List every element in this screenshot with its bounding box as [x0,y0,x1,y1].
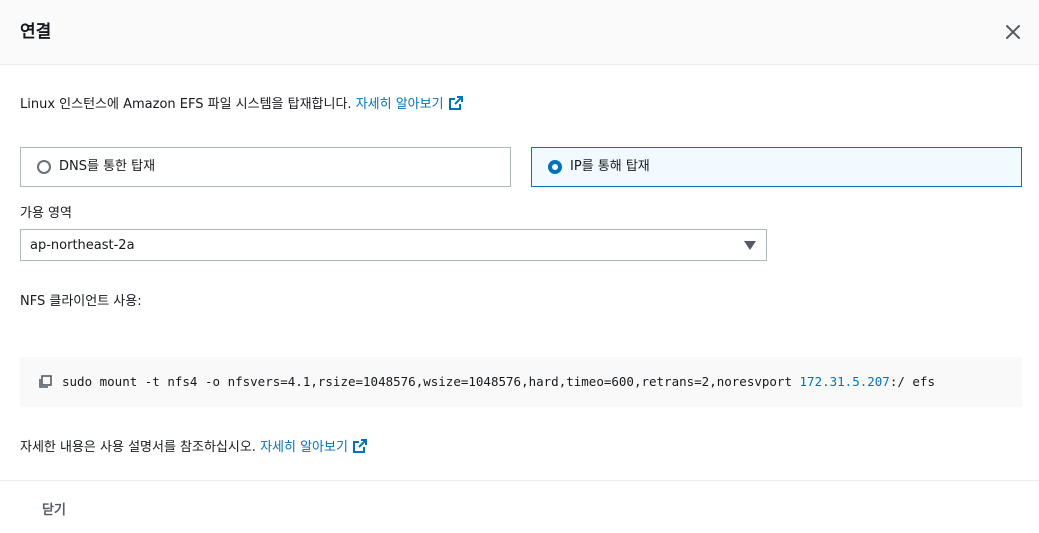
more-info-link[interactable]: 자세히 알아보기 [260,440,348,455]
mount-via-dns-option[interactable]: DNS를 통한 탑재 [20,147,511,187]
intro-text: Linux 인스턴스에 Amazon EFS 파일 시스템을 탑재합니다. 자세… [20,96,463,114]
footer-divider [0,480,1039,481]
close-icon[interactable] [1001,20,1025,44]
dns-radio[interactable] [37,160,51,174]
availability-zone-select[interactable]: ap-northeast-2a [20,229,767,261]
dns-option-label: DNS를 통한 탑재 [59,159,156,174]
availability-zone-label: 가용 영역 [20,206,72,221]
mount-command: sudo mount -t nfs4 -o nfsvers=4.1,rsize=… [62,373,935,391]
modal-title: 연결 [20,22,52,42]
copy-icon[interactable] [38,375,52,389]
ip-radio[interactable] [548,160,562,174]
availability-zone-value: ap-northeast-2a [30,238,135,253]
more-info-text: 자세한 내용은 사용 설명서를 참조하십시오. 자세히 알아보기 [20,439,367,457]
mount-via-ip-option[interactable]: IP를 통해 탑재 [531,147,1022,187]
intro-description: Linux 인스턴스에 Amazon EFS 파일 시스템을 탑재합니다. [20,97,356,112]
command-suffix: :/ efs [889,374,935,389]
external-link-icon[interactable] [448,96,463,110]
ip-option-label: IP를 통해 탑재 [570,159,650,174]
ip-address: 172.31.5.207 [799,374,890,389]
more-info-description: 자세한 내용은 사용 설명서를 참조하십시오. [20,440,261,455]
nfs-client-label: NFS 클라이언트 사용: [20,294,142,309]
command-box: sudo mount -t nfs4 -o nfsvers=4.1,rsize=… [20,357,1022,407]
caret-down-icon [744,241,756,250]
learn-more-link[interactable]: 자세히 알아보기 [356,97,444,112]
external-link-icon[interactable] [352,439,367,453]
command-prefix: sudo mount -t nfs4 -o nfsvers=4.1,rsize=… [62,374,800,389]
modal-header: 연결 [0,0,1039,65]
close-button[interactable]: 닫기 [42,499,66,518]
